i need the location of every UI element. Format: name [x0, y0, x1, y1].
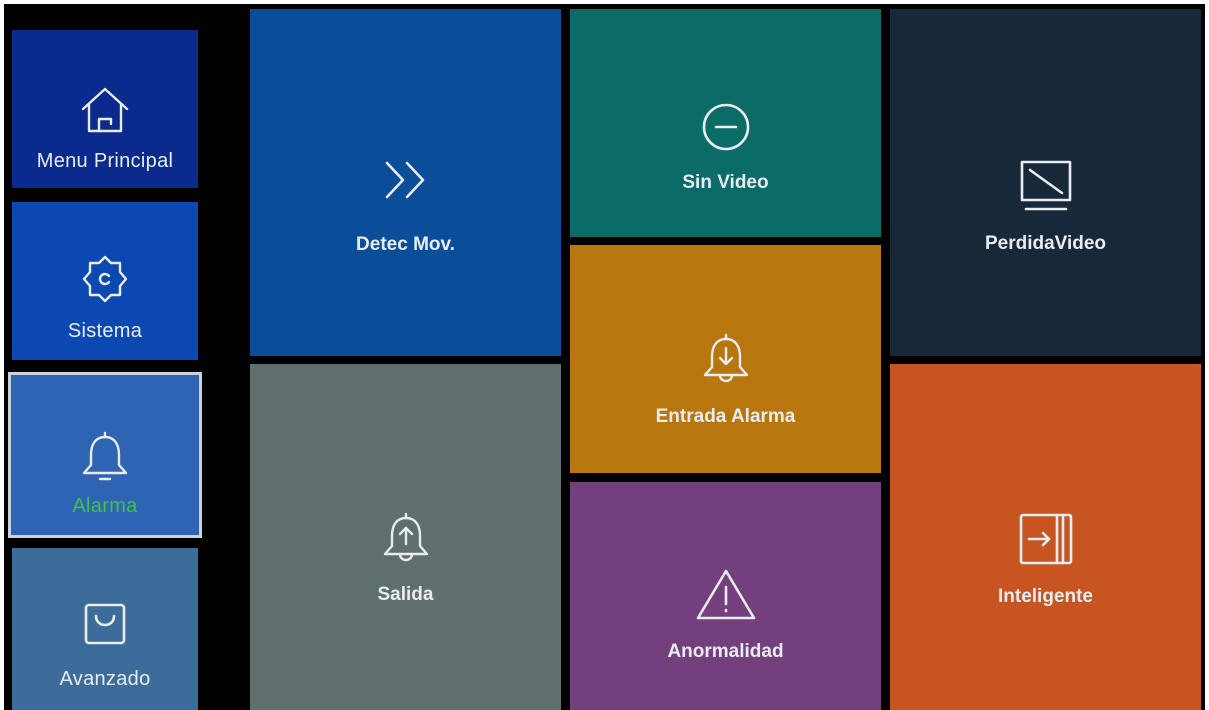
tile-label: Anormalidad: [667, 641, 784, 662]
tile-label: PerdidaVideo: [984, 233, 1107, 254]
home-icon: [81, 87, 129, 133]
tile-label: Sin Video: [682, 172, 769, 193]
sidebar-item-label: Avanzado: [59, 668, 151, 690]
sidebar-item-label: Menu Principal: [36, 150, 174, 172]
minus-circle-icon: [702, 103, 749, 151]
bell-arrow-down-icon: [703, 333, 748, 383]
tile-abnormality[interactable]: Anormalidad: [570, 482, 881, 710]
monitor-slash-icon: [1020, 160, 1071, 211]
sidebar-item-menu-principal[interactable]: Menu Principal: [12, 30, 198, 188]
alarm-menu-screen: Menu Principal Sistema Alarma Avanzado D…: [4, 4, 1205, 710]
tile-motion-detection[interactable]: Detec Mov.: [250, 9, 561, 356]
warning-triangle-icon: [696, 569, 755, 620]
sidebar-item-sistema[interactable]: Sistema: [12, 202, 198, 360]
tile-alarm-input[interactable]: Entrada Alarma: [570, 245, 881, 473]
tile-video-loss[interactable]: PerdidaVideo: [890, 9, 1201, 356]
tile-label: Entrada Alarma: [655, 406, 796, 427]
sidebar-item-label: Alarma: [72, 495, 138, 517]
gear-icon: [82, 255, 128, 303]
enter-box-icon: [1019, 513, 1072, 565]
tile-label: Salida: [377, 584, 434, 605]
bell-arrow-up-icon: [383, 512, 428, 562]
sidebar-item-alarma[interactable]: Alarma: [8, 372, 202, 538]
tile-output[interactable]: Salida: [250, 364, 561, 710]
sidebar-item-label: Sistema: [67, 320, 143, 342]
bell-icon: [82, 431, 128, 481]
double-chevron-right-icon: [385, 161, 424, 199]
sidebar-item-avanzado[interactable]: Avanzado: [12, 548, 198, 710]
tile-label: Inteligente: [997, 586, 1093, 607]
tile-label: Detec Mov.: [356, 234, 455, 255]
tile-no-video[interactable]: Sin Video: [570, 9, 881, 237]
tile-intelligent[interactable]: Inteligente: [890, 364, 1201, 710]
shopping-bag-icon: [84, 603, 126, 645]
